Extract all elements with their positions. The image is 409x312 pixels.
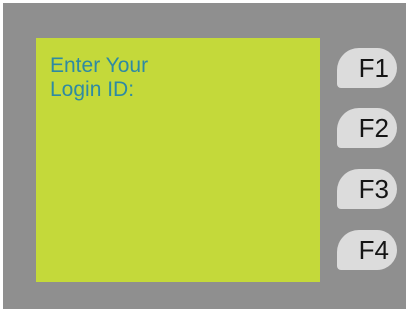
- prompt-line-2: Login ID:: [50, 78, 135, 101]
- prompt-line-1: Enter Your: [50, 54, 149, 77]
- lcd-screen: Enter Your Login ID:: [36, 38, 320, 282]
- f4-key[interactable]: F4: [337, 230, 397, 270]
- login-prompt: Enter Your Login ID:: [50, 54, 148, 102]
- f1-key[interactable]: F1: [337, 48, 397, 88]
- f3-key[interactable]: F3: [337, 169, 397, 209]
- f2-key[interactable]: F2: [337, 108, 397, 148]
